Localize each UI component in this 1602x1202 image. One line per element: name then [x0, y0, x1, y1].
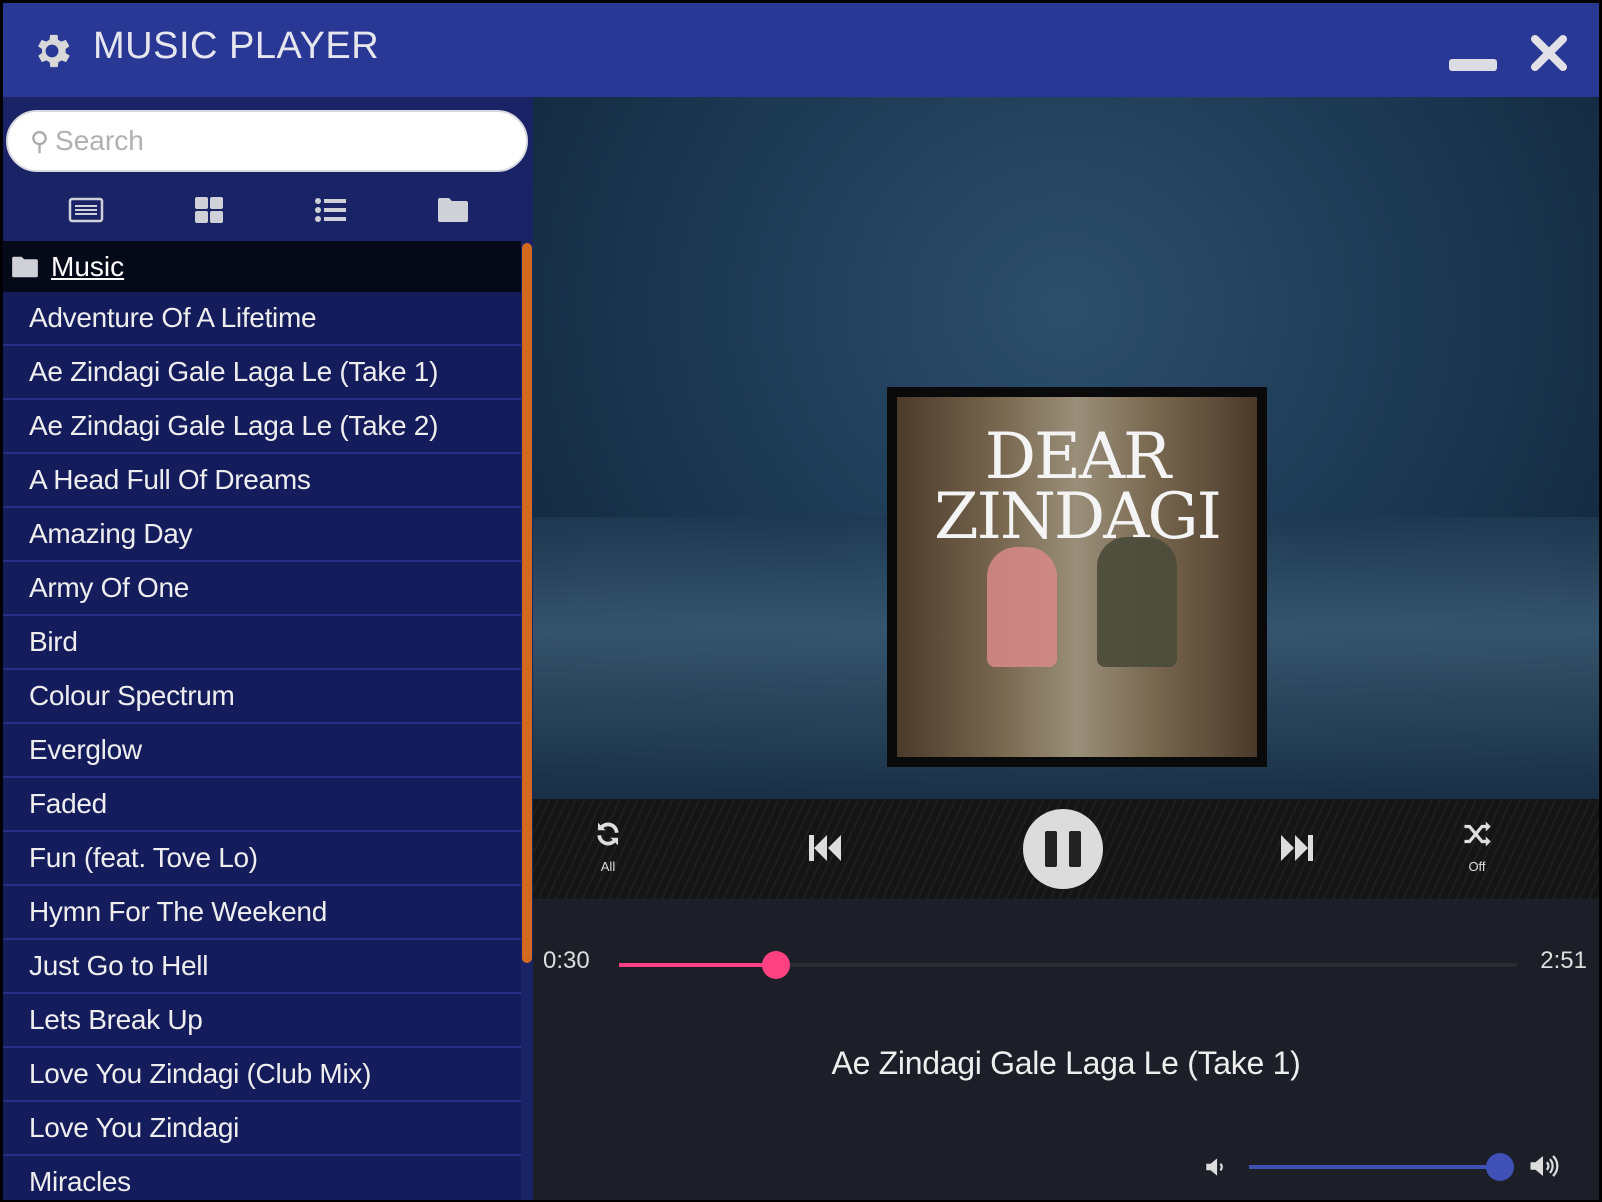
song-list-item[interactable]: Faded — [3, 778, 521, 832]
song-list-item[interactable]: Ae Zindagi Gale Laga Le (Take 1) — [3, 346, 521, 400]
cover-figure-left — [987, 547, 1057, 667]
song-list-item[interactable]: Lets Break Up — [3, 994, 521, 1048]
song-list-item[interactable]: Just Go to Hell — [3, 940, 521, 994]
title-bar: MUSIC PLAYER — [3, 3, 1599, 97]
album-title-line1: DEAR — [984, 420, 1171, 494]
repeat-mode-label: All — [600, 859, 616, 874]
app-title: MUSIC PLAYER — [93, 25, 380, 67]
song-list-item[interactable]: Colour Spectrum — [3, 670, 521, 724]
folder-link-music[interactable]: Music — [51, 251, 124, 283]
sidebar: ⚲ Music Adventure Of A LifetimeAe Zindag… — [3, 97, 533, 1200]
song-list-item[interactable]: Everglow — [3, 724, 521, 778]
list-view-icon[interactable] — [314, 196, 348, 224]
album-cover-title: DEAR ZINDAGI — [897, 420, 1257, 554]
song-list-item[interactable]: Hymn For The Weekend — [3, 886, 521, 940]
song-list: Adventure Of A Lifetime Ae Zindagi Gale L… — [3, 292, 521, 1200]
gear-icon[interactable] — [30, 29, 74, 73]
song-list-item[interactable]: A Head Full Of Dreams — [3, 454, 521, 508]
search-icon: ⚲ — [30, 125, 50, 156]
next-track-icon[interactable] — [1279, 833, 1315, 863]
shuffle-icon — [1464, 821, 1491, 847]
search-input[interactable] — [55, 125, 496, 157]
current-time: 0:30 — [543, 947, 590, 974]
album-title-line2: ZINDAGI — [934, 480, 1222, 554]
song-list-item[interactable]: Adventure Of A Lifetime — [3, 292, 521, 346]
music-player-window: MUSIC PLAYER ⚲ Music Adventure Of A Life… — [3, 3, 1599, 1200]
album-cover: DEAR ZINDAGI — [897, 397, 1257, 757]
folder-view-icon[interactable] — [437, 196, 469, 224]
pause-button[interactable] — [1023, 809, 1103, 889]
player-panel: 0:30 2:51 Ae Zindagi Gale Laga Le (Take … — [533, 899, 1599, 1200]
now-playing-background: DEAR ZINDAGI — [533, 97, 1599, 799]
volume-handle[interactable] — [1485, 1153, 1514, 1181]
song-list-item[interactable]: Army Of One — [3, 562, 521, 616]
seek-handle[interactable] — [762, 951, 791, 979]
song-list-item[interactable]: Miracles — [3, 1156, 521, 1200]
song-list-item[interactable]: Love You Zindagi — [3, 1102, 521, 1156]
total-time: 2:51 — [1540, 947, 1587, 974]
shuffle-mode-label: Off — [1468, 859, 1486, 874]
volume-high-icon[interactable] — [1527, 1151, 1559, 1181]
cover-figure-right — [1097, 537, 1177, 667]
volume-level — [1249, 1165, 1500, 1169]
scrollbar[interactable] — [522, 243, 532, 963]
song-list-item[interactable]: Fun (feat. Tove Lo) — [3, 832, 521, 886]
shuffle-button[interactable]: Off — [1457, 817, 1497, 877]
album-art: DEAR ZINDAGI — [887, 387, 1267, 767]
close-icon[interactable] — [1529, 33, 1569, 73]
pause-icon-bar — [1045, 831, 1057, 867]
volume-low-icon[interactable] — [1203, 1153, 1229, 1181]
view-toolbar — [3, 185, 533, 235]
grid-view-icon[interactable] — [193, 196, 225, 224]
search-box[interactable]: ⚲ — [6, 110, 528, 172]
song-list-item[interactable]: Love You Zindagi (Club Mix) — [3, 1048, 521, 1102]
repeat-button[interactable]: All — [589, 817, 627, 877]
folder-icon — [12, 256, 38, 277]
folder-breadcrumb: Music — [3, 241, 521, 292]
minimize-button[interactable] — [1449, 59, 1497, 71]
now-playing-title: Ae Zindagi Gale Laga Le (Take 1) — [831, 1045, 1301, 1081]
song-list-item[interactable]: Bird — [3, 616, 521, 670]
volume-slider[interactable] — [1249, 1153, 1514, 1181]
previous-track-icon[interactable] — [807, 833, 843, 863]
seek-slider[interactable] — [619, 951, 1517, 979]
playback-controls: All Off — [533, 799, 1599, 899]
detail-view-icon[interactable] — [68, 196, 104, 224]
repeat-icon — [597, 822, 619, 846]
seek-progress — [619, 963, 777, 967]
pause-icon-bar — [1069, 831, 1081, 867]
song-list-item[interactable]: Amazing Day — [3, 508, 521, 562]
song-list-item[interactable]: Ae Zindagi Gale Laga Le (Take 2) — [3, 400, 521, 454]
